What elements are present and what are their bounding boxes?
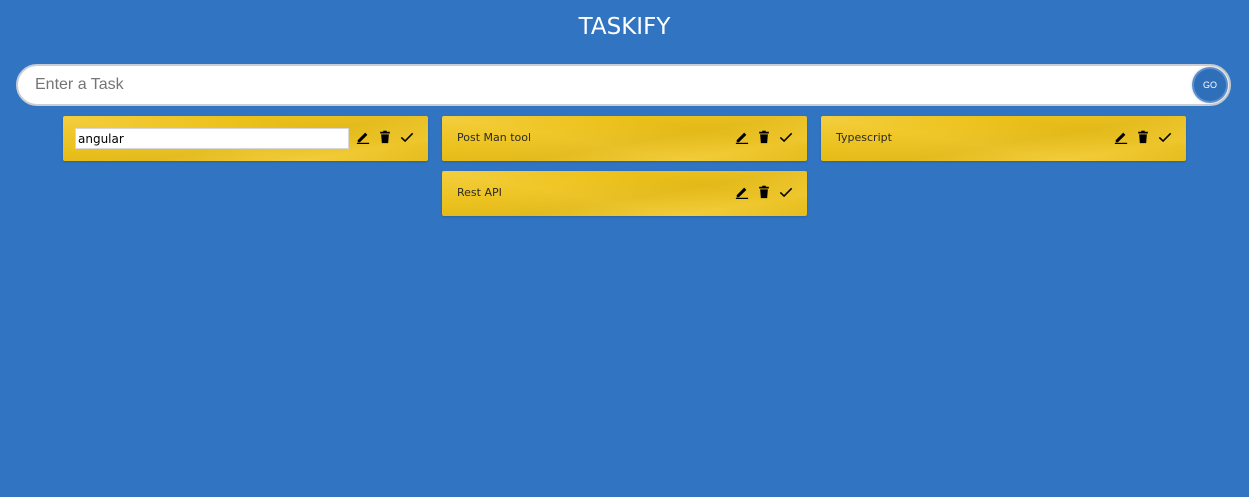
pencil-icon[interactable] (735, 130, 749, 144)
task-card: Post Man tool (442, 116, 807, 161)
task-actions (735, 184, 793, 200)
check-icon[interactable] (400, 130, 414, 144)
task-text: Rest API (457, 186, 502, 199)
task-card: Typescript (821, 116, 1186, 161)
task-actions (1114, 129, 1172, 145)
task-text: Typescript (836, 131, 892, 144)
task-card (63, 116, 428, 161)
task-input[interactable] (16, 64, 1231, 106)
task-card: Rest API (442, 171, 807, 216)
task-actions (356, 129, 414, 145)
task-input-form: GO (16, 64, 1231, 106)
task-column-1 (63, 116, 428, 171)
pencil-icon[interactable] (356, 130, 370, 144)
edit-task-input[interactable] (75, 128, 349, 149)
app-title: TASKIFY (578, 14, 671, 40)
task-actions (735, 129, 793, 145)
check-icon[interactable] (1158, 130, 1172, 144)
trash-icon[interactable] (1136, 130, 1150, 144)
trash-icon[interactable] (378, 130, 392, 144)
pencil-icon[interactable] (735, 185, 749, 199)
task-column-2: Post Man tool Rest API (442, 116, 807, 226)
trash-icon[interactable] (757, 130, 771, 144)
trash-icon[interactable] (757, 185, 771, 199)
pencil-icon[interactable] (1114, 130, 1128, 144)
task-text: Post Man tool (457, 131, 532, 144)
task-column-3: Typescript (821, 116, 1186, 171)
go-button[interactable]: GO (1194, 69, 1226, 101)
check-icon[interactable] (779, 130, 793, 144)
check-icon[interactable] (779, 185, 793, 199)
app-container: TASKIFY GO Post Man tool (0, 0, 1249, 497)
